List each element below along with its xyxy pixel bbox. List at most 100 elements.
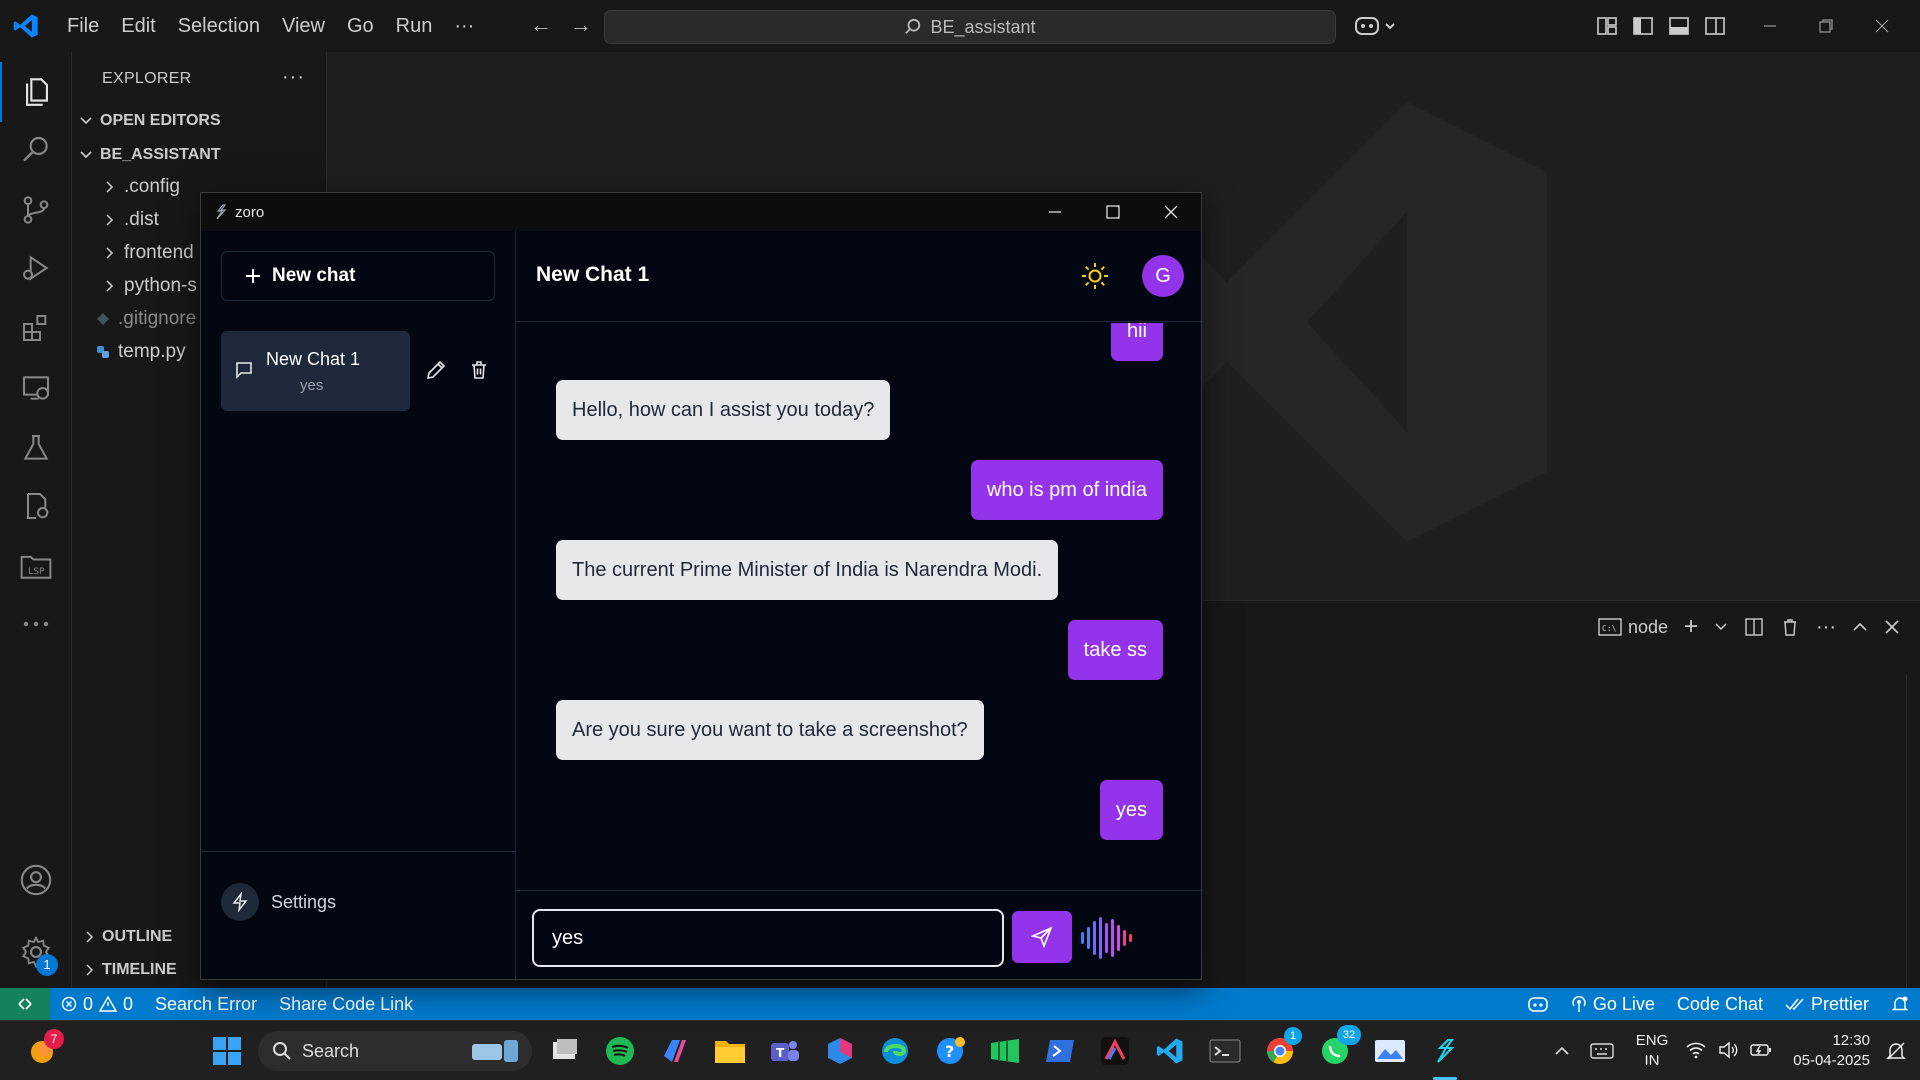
tree-item-dist[interactable]: .dist	[102, 209, 159, 231]
avatar[interactable]: G	[1142, 255, 1184, 297]
command-center-search[interactable]: BE_assistant	[604, 10, 1336, 44]
go-live-button[interactable]: Go Live	[1560, 994, 1666, 1015]
project-section[interactable]: BE_ASSISTANT	[78, 146, 221, 164]
more-actions-icon[interactable]: ···	[1816, 616, 1836, 639]
keyboard-icon[interactable]	[1582, 1031, 1622, 1071]
copilot-icon[interactable]	[1354, 0, 1398, 52]
more-views-icon[interactable]	[0, 594, 72, 654]
vscode-taskbar-icon[interactable]	[1150, 1031, 1190, 1071]
menu-file[interactable]: File	[56, 0, 110, 52]
system-tray[interactable]	[1686, 1041, 1772, 1059]
taskbar-search[interactable]: Search	[258, 1031, 532, 1071]
menu-go[interactable]: Go	[336, 0, 385, 52]
powershell-icon[interactable]	[1040, 1031, 1080, 1071]
clock[interactable]: 12:30 05-04-2025	[1780, 1031, 1870, 1071]
manage-gear-icon[interactable]: 1	[0, 922, 72, 982]
voice-waveform-icon[interactable]	[1080, 915, 1132, 961]
split-terminal-icon[interactable]	[1744, 617, 1764, 637]
settings-button[interactable]: Settings	[221, 883, 336, 921]
trash-icon[interactable]	[1780, 617, 1800, 637]
excel-like-icon[interactable]	[985, 1031, 1025, 1071]
whatsapp-icon[interactable]: 32	[1315, 1025, 1361, 1071]
delete-chat-trash-icon[interactable]	[468, 359, 490, 381]
code-chat-button[interactable]: Code Chat	[1666, 994, 1774, 1015]
timeline-section[interactable]: TIMELINE	[82, 961, 177, 979]
photos-icon[interactable]	[1370, 1031, 1410, 1071]
toggle-sidebar-icon[interactable]	[1632, 15, 1654, 37]
maximize-panel-icon[interactable]	[1852, 619, 1868, 635]
minimize-icon[interactable]	[1047, 204, 1063, 220]
open-editors-section[interactable]: OPEN EDITORS	[78, 112, 221, 130]
problems-indicator[interactable]: 0 0	[50, 994, 144, 1015]
remote-indicator-icon[interactable]	[0, 988, 50, 1020]
close-icon[interactable]	[1163, 204, 1179, 220]
terminal-taskbar-icon[interactable]	[1205, 1031, 1245, 1071]
forward-arrow-icon[interactable]: →	[560, 12, 602, 38]
close-panel-icon[interactable]	[1884, 619, 1900, 635]
show-hidden-icons-chevron-up-icon[interactable]	[1542, 1031, 1582, 1071]
settings-sync-icon[interactable]	[0, 476, 72, 536]
source-control-icon[interactable]	[0, 180, 72, 240]
tree-item-temp-py[interactable]: temp.py	[96, 341, 186, 363]
teams-icon[interactable]: T	[765, 1031, 805, 1071]
tree-item-frontend[interactable]: frontend	[102, 242, 194, 264]
accounts-icon[interactable]	[0, 850, 72, 910]
copilot-status-icon[interactable]	[1516, 995, 1560, 1013]
restore-icon[interactable]	[1818, 18, 1834, 34]
message-list[interactable]: hii Hello, how can I assist you today? w…	[516, 323, 1203, 890]
go-live-label: Go Live	[1592, 993, 1655, 1014]
outline-section[interactable]: OUTLINE	[82, 928, 172, 946]
zoro-taskbar-icon[interactable]	[1425, 1031, 1465, 1071]
widgets-icon[interactable]: 7	[22, 1029, 64, 1071]
chevron-down-icon[interactable]	[1714, 620, 1728, 634]
toggle-secondary-sidebar-icon[interactable]	[1704, 15, 1726, 37]
back-arrow-icon[interactable]: ←	[520, 12, 562, 38]
spotify-icon[interactable]	[600, 1031, 640, 1071]
menu-selection[interactable]: Selection	[167, 0, 271, 52]
new-chat-button[interactable]: New chat	[221, 251, 495, 301]
windows-start-icon[interactable]	[207, 1031, 247, 1071]
menu-view[interactable]: View	[271, 0, 336, 52]
minimize-icon[interactable]	[1762, 18, 1778, 34]
testing-icon[interactable]	[0, 418, 72, 478]
help-app-icon[interactable]: ?	[930, 1031, 970, 1071]
prettier-button[interactable]: Prettier	[1774, 994, 1880, 1015]
task-view-icon[interactable]	[545, 1031, 585, 1071]
theme-toggle-sun-icon[interactable]	[1080, 261, 1110, 291]
explorer-more-actions-icon[interactable]: ···	[282, 66, 305, 89]
run-debug-icon[interactable]	[0, 238, 72, 298]
menu-run[interactable]: Run	[385, 0, 444, 52]
send-button[interactable]	[1012, 911, 1072, 963]
close-icon[interactable]	[1874, 18, 1890, 34]
remote-explorer-icon[interactable]	[0, 358, 72, 418]
maximize-icon[interactable]	[1105, 204, 1121, 220]
notifications-bell-icon[interactable]	[1880, 995, 1920, 1013]
language-indicator[interactable]: ENG IN	[1632, 1031, 1672, 1071]
tree-item-gitignore[interactable]: .gitignore	[96, 308, 196, 330]
chrome-icon[interactable]: 1	[1260, 1027, 1302, 1071]
file-explorer-icon[interactable]	[710, 1031, 750, 1071]
lsp-icon[interactable]: LSP	[0, 536, 72, 596]
extensions-icon[interactable]	[0, 298, 72, 358]
terminal-selector[interactable]: C:\ node	[1598, 617, 1668, 638]
explorer-icon[interactable]	[0, 62, 72, 122]
search-error-item[interactable]: Search Error	[144, 994, 268, 1015]
share-code-link-item[interactable]: Share Code Link	[268, 994, 424, 1015]
chat-list-item[interactable]: New Chat 1 yes	[221, 331, 410, 411]
tree-item-config[interactable]: .config	[102, 176, 180, 198]
menu-edit[interactable]: Edit	[110, 0, 166, 52]
m365-icon[interactable]	[820, 1031, 860, 1071]
search-icon[interactable]	[0, 120, 72, 180]
toggle-panel-icon[interactable]	[1668, 15, 1690, 37]
affinity-icon[interactable]	[1095, 1031, 1135, 1071]
edit-chat-pencil-icon[interactable]	[425, 359, 447, 381]
notification-center-icon[interactable]	[1876, 1031, 1916, 1071]
copilot-app-icon[interactable]	[655, 1031, 695, 1071]
panel-scrollbar[interactable]	[1906, 675, 1920, 1015]
edge-icon[interactable]	[875, 1031, 915, 1071]
new-terminal-icon[interactable]: +	[1684, 613, 1698, 641]
menu-more[interactable]: ···	[443, 0, 485, 52]
tree-item-python[interactable]: python-s	[102, 275, 197, 297]
customize-layout-icon[interactable]	[1596, 15, 1618, 37]
message-input[interactable]	[532, 909, 1004, 967]
